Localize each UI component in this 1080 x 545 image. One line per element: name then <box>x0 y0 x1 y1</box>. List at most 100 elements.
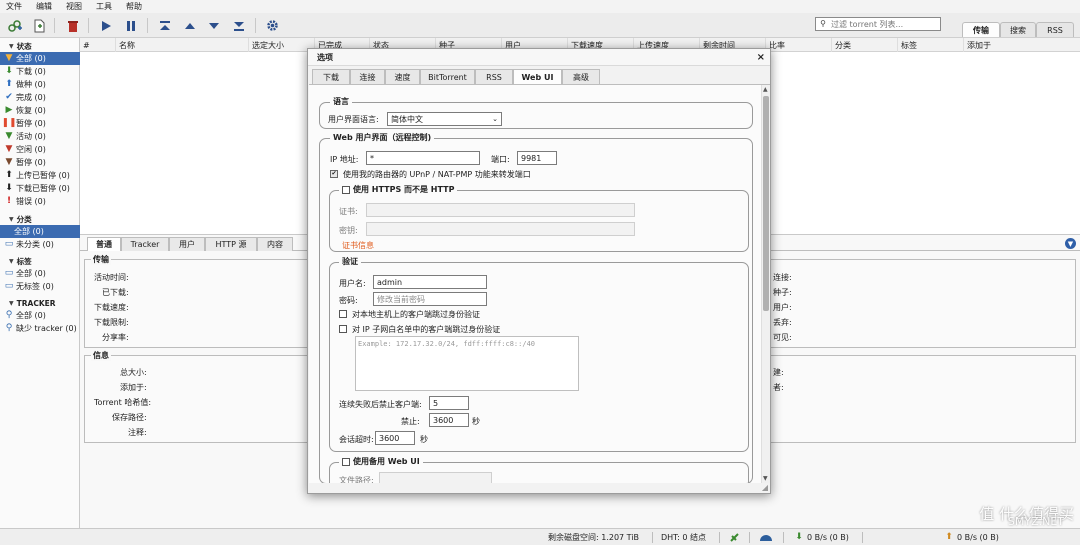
scroll-up-icon[interactable]: ▲ <box>763 86 768 93</box>
https-checkbox[interactable] <box>342 185 350 194</box>
column-header[interactable]: # <box>80 38 115 52</box>
tracker-trackerless[interactable]: ⚲ 缺少 tracker (0) <box>0 322 80 335</box>
prop-label: 总大小: <box>120 368 147 377</box>
filter-paused[interactable]: ❚❚ 暂停 (0) <box>0 117 80 130</box>
add-link-icon[interactable] <box>6 17 23 34</box>
tab-rss[interactable]: RSS <box>475 69 513 84</box>
category-header[interactable]: ▼ 分类 <box>0 213 80 225</box>
bypass-localhost-checkbox[interactable] <box>339 310 347 318</box>
port-input[interactable]: 9981 <box>517 151 557 165</box>
filter-stalled[interactable]: ▼ 暂停 (0) <box>0 156 80 169</box>
prop-label: Torrent 哈希值: <box>94 398 152 407</box>
file-path-label: 文件路径: <box>339 476 374 483</box>
menu-view[interactable]: 视图 <box>66 1 82 12</box>
tag-untagged[interactable]: ▭ 无标签 (0) <box>0 280 80 293</box>
menu-file[interactable]: 文件 <box>6 1 22 12</box>
menu-edit[interactable]: 编辑 <box>36 1 52 12</box>
ui-language-select[interactable]: 简体中文 ⌄ <box>387 112 502 126</box>
ip-address-input[interactable]: * <box>366 151 480 165</box>
close-icon[interactable]: × <box>757 52 765 63</box>
ban-duration-input[interactable]: 3600 <box>429 413 469 427</box>
tracker-all[interactable]: ⚲ 全部 (0) <box>0 309 80 322</box>
bypass-localhost-label: 对本地主机上的客户端跳过身份验证 <box>352 310 480 319</box>
key-input[interactable] <box>366 222 635 236</box>
password-input[interactable]: 修改当前密码 <box>373 292 487 306</box>
menu-tools[interactable]: 工具 <box>96 1 112 12</box>
tab-downloads[interactable]: 下载 <box>312 69 350 84</box>
tags-header[interactable]: ▼ 标签 <box>0 255 80 267</box>
seconds-unit-label: 秒 <box>472 417 480 426</box>
tab-bittorrent[interactable]: BitTorrent <box>420 69 475 84</box>
filter-resumed[interactable]: ▶ 恢复 (0) <box>0 104 80 117</box>
bypass-whitelist-label: 对 IP 子网白名单中的客户端跳过身份验证 <box>352 325 501 334</box>
certificate-info-link[interactable]: 证书信息 <box>342 240 374 251</box>
alt-webui-legend: 使用备用 Web UI <box>339 456 423 467</box>
move-up-icon[interactable] <box>181 17 198 34</box>
delete-icon[interactable] <box>64 17 81 34</box>
dialog-scrollbar[interactable]: ▲ ▼ <box>761 85 770 483</box>
alt-webui-checkbox[interactable] <box>342 457 350 466</box>
pause-icon[interactable] <box>122 17 139 34</box>
username-input[interactable]: admin <box>373 275 487 289</box>
upload-speed: ⬆ 0 B/s (0 B) <box>945 531 999 542</box>
tab-peers[interactable]: 用户 <box>169 237 205 251</box>
move-top-icon[interactable] <box>156 17 173 34</box>
filter-downloading[interactable]: ⬇ 下载 (0) <box>0 65 80 78</box>
filter-stalled-download[interactable]: ⬇ 下载已暂停 (0) <box>0 182 80 195</box>
tab-web-ui[interactable]: Web UI <box>513 69 562 84</box>
column-header[interactable]: 标签 <box>897 38 963 52</box>
tab-connection[interactable]: 连接 <box>350 69 385 84</box>
move-bottom-icon[interactable] <box>230 17 247 34</box>
add-file-icon[interactable] <box>30 17 47 34</box>
connection-status-icon[interactable] <box>729 532 740 543</box>
tab-transfers[interactable]: 传输 <box>962 22 1000 37</box>
tracker-header[interactable]: ▼ TRACKER <box>0 297 80 309</box>
scroll-thumb[interactable] <box>763 96 769 311</box>
filter-active[interactable]: ▼ 活动 (0) <box>0 130 80 143</box>
resume-icon[interactable] <box>97 17 114 34</box>
search-box[interactable]: ⚲ <box>815 17 941 31</box>
tab-content[interactable]: 内容 <box>257 237 293 251</box>
filter-all[interactable]: ▼ 全部 (0) <box>0 52 80 65</box>
bypass-whitelist-checkbox[interactable] <box>339 325 347 333</box>
filter-seeding[interactable]: ⬆ 做种 (0) <box>0 78 80 91</box>
column-header[interactable]: 选定大小 <box>248 38 314 52</box>
collapse-panel-icon[interactable]: ▼ <box>1065 238 1076 249</box>
tab-search[interactable]: 搜索 <box>1000 22 1036 37</box>
column-header[interactable]: 分类 <box>831 38 897 52</box>
column-header[interactable]: 名称 <box>115 38 248 52</box>
move-down-icon[interactable] <box>205 17 222 34</box>
speed-limit-icon[interactable] <box>759 532 773 542</box>
category-all[interactable]: 全部 (0) <box>0 225 80 238</box>
filter-errored[interactable]: ! 错误 (0) <box>0 195 80 208</box>
column-header[interactable]: 添加于 <box>963 38 1080 52</box>
menu-help[interactable]: 帮助 <box>126 1 142 12</box>
filter-icon: ▼ <box>5 131 13 141</box>
filter-completed[interactable]: ✔ 完成 (0) <box>0 91 80 104</box>
dialog-title-bar[interactable]: 选项 × <box>308 49 770 66</box>
gear-icon[interactable] <box>264 17 281 34</box>
tag-all[interactable]: ▭ 全部 (0) <box>0 267 80 280</box>
status-filter-header[interactable]: ▼ 状态 <box>0 40 80 52</box>
category-uncategorized[interactable]: ▭ 未分类 (0) <box>0 238 80 251</box>
file-path-input[interactable] <box>379 472 492 483</box>
tab-speed[interactable]: 速度 <box>385 69 420 84</box>
session-timeout-input[interactable]: 3600 <box>375 431 415 445</box>
tab-general[interactable]: 普通 <box>87 237 121 251</box>
scroll-down-icon[interactable]: ▼ <box>763 475 768 482</box>
resize-grip-icon[interactable]: ◢ <box>762 483 768 492</box>
upnp-checkbox[interactable]: ✔ <box>330 170 338 178</box>
column-header[interactable]: 比率 <box>765 38 831 52</box>
ip-whitelist-textarea[interactable]: Example: 172.17.32.0/24, fdff:ffff:c8::/… <box>355 336 579 391</box>
tab-trackers[interactable]: Tracker <box>121 237 169 251</box>
tab-advanced[interactable]: 高级 <box>562 69 600 84</box>
filter-stalled-upload[interactable]: ⬆ 上传已暂停 (0) <box>0 169 80 182</box>
certificate-input[interactable] <box>366 203 635 217</box>
options-dialog: 选项 × 下载 连接 速度 BitTorrent RSS Web UI 高级 语… <box>307 48 771 494</box>
filter-inactive[interactable]: ▼ 空闲 (0) <box>0 143 80 156</box>
ban-after-failures-input[interactable]: 5 <box>429 396 469 410</box>
tab-http-sources[interactable]: HTTP 源 <box>205 237 257 251</box>
username-label: 用户名: <box>339 279 366 288</box>
tab-rss[interactable]: RSS <box>1036 22 1074 37</box>
search-input[interactable] <box>831 19 931 29</box>
